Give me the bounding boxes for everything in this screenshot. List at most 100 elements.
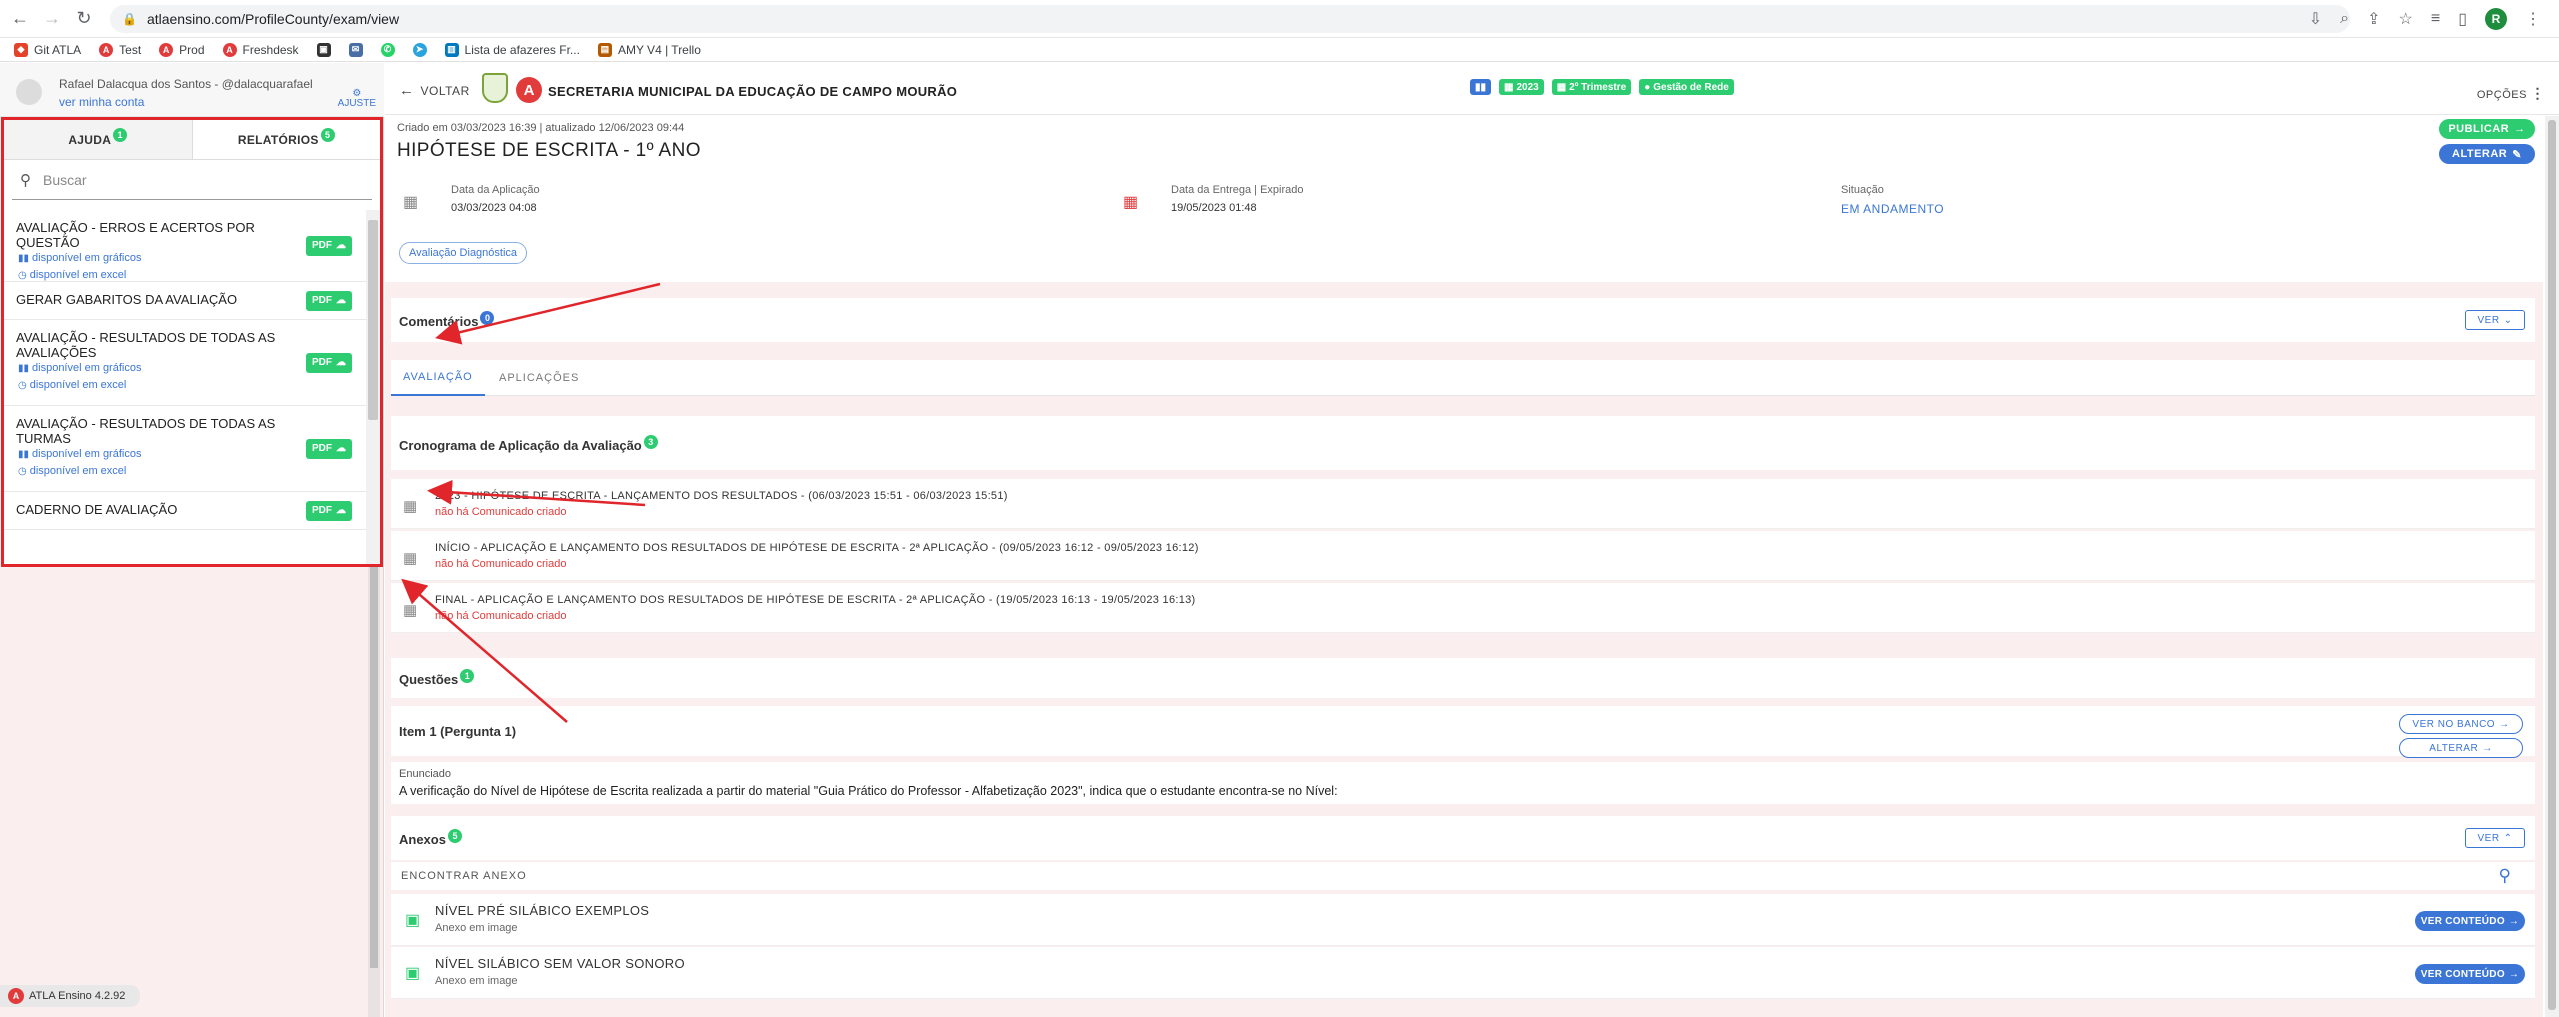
- tab-badge: 1: [113, 127, 128, 142]
- list-item[interactable]: CADERNO DE AVALIAÇÃO PDF ☁: [4, 492, 366, 530]
- list-item[interactable]: ▦ FINAL - APLICAÇÃO E LANÇAMENTO DOS RES…: [391, 583, 2535, 633]
- arrow-right-icon: →: [2508, 915, 2520, 927]
- view-content-button[interactable]: VER CONTEÚDO →: [2415, 911, 2525, 931]
- calendar-icon: ▦: [403, 498, 418, 515]
- term-chip[interactable]: ▦ 2º Trimestre: [1551, 79, 1632, 95]
- star-icon[interactable]: ☆: [2399, 9, 2413, 29]
- panel-scroll-thumb[interactable]: [368, 220, 378, 420]
- bar-chart-icon: ▮▮: [18, 363, 30, 374]
- statement-label: Enunciado: [399, 768, 451, 780]
- mail-icon: ✉: [348, 42, 363, 57]
- install-icon[interactable]: ⇩: [2309, 9, 2322, 29]
- tab-aplicacoes[interactable]: APLICAÇÕES: [487, 360, 591, 396]
- schedule-section: Cronograma de Aplicação da Avaliação 3: [391, 416, 2535, 470]
- bookmark-freshdesk[interactable]: A Freshdesk: [222, 42, 299, 57]
- exam-type-tag: Avaliação Diagnóstica: [399, 242, 528, 264]
- calendar-icon: ▦: [403, 602, 418, 619]
- report-chart-link[interactable]: ▮▮ disponível em gráficos: [16, 250, 286, 267]
- report-excel-link[interactable]: ◷ disponível em excel: [16, 463, 286, 480]
- chart-chip[interactable]: ▮▮: [1470, 79, 1492, 95]
- comments-view-button[interactable]: VER ⌄: [2465, 310, 2525, 330]
- main-scrollbar[interactable]: [2545, 116, 2559, 1017]
- pdf-button[interactable]: PDF ☁: [306, 500, 352, 521]
- view-in-bank-button[interactable]: VER NO BANCO →: [2399, 714, 2523, 734]
- year-chip[interactable]: ▦ 2023: [1499, 79, 1544, 95]
- list-item[interactable]: GERAR GABARITOS DA AVALIAÇÃO PDF ☁: [4, 282, 366, 320]
- edit-icon: ✎: [2512, 148, 2522, 161]
- back-button[interactable]: ← VOLTAR: [399, 82, 470, 99]
- bookmark-git-atla[interactable]: ◆ Git ATLA: [14, 42, 81, 57]
- bookmark-prod[interactable]: A Prod: [159, 42, 205, 57]
- tab-ajuda[interactable]: AJUDA 1: [4, 120, 193, 159]
- cloud-download-icon: ☁: [336, 505, 346, 516]
- bookmark-trello-list[interactable]: ▥ Lista de afazeres Fr...: [444, 42, 580, 57]
- panel-scrollbar[interactable]: [366, 210, 380, 564]
- search-icon[interactable]: ⚲: [2499, 866, 2511, 886]
- address-bar[interactable]: 🔒 atlaensino.com/ProfileCounty/exam/view: [110, 5, 2350, 33]
- edit-button[interactable]: ALTERAR ✎: [2439, 144, 2535, 164]
- account-link[interactable]: ver minha conta: [59, 95, 144, 109]
- report-excel-link[interactable]: ◷ disponível em excel: [16, 377, 286, 394]
- pdf-button[interactable]: PDF ☁: [306, 438, 352, 459]
- view-content-button[interactable]: VER CONTEÚDO →: [2415, 964, 2525, 984]
- options-menu[interactable]: OPÇÕES ⋮: [2477, 85, 2545, 102]
- atla-icon: A: [222, 42, 237, 57]
- find-annex-label: ENCONTRAR ANEXO: [401, 870, 527, 882]
- telegram-icon: ➤: [412, 42, 427, 57]
- atla-logo-icon: A: [8, 988, 24, 1004]
- bookmark-test[interactable]: A Test: [99, 42, 141, 57]
- list-item[interactable]: AVALIAÇÃO - RESULTADOS DE TODAS AS AVALI…: [4, 320, 366, 406]
- network-chip[interactable]: ● Gestão de Rede: [1639, 79, 1734, 95]
- profile-avatar[interactable]: R: [2485, 8, 2507, 30]
- header-chips: ▮▮ ▦ 2023 ▦ 2º Trimestre ● Gestão de Rede: [1470, 79, 1734, 95]
- report-chart-link[interactable]: ▮▮ disponível em gráficos: [16, 446, 286, 463]
- annexes-view-button[interactable]: VER ⌃: [2465, 828, 2525, 848]
- bookmarks-bar: ◆ Git ATLA A Test A Prod A Freshdesk ▣ ✉ ✆ ➤…: [0, 38, 2559, 62]
- bar-chart-icon: ▮▮: [18, 253, 30, 264]
- created-info: Criado em 03/03/2023 16:39 | atualizado …: [397, 122, 685, 134]
- sidepanel-icon[interactable]: ▯: [2458, 9, 2467, 29]
- atla-logo-icon: A: [516, 77, 542, 103]
- list-item[interactable]: ▦ INÍCIO - APLICAÇÃO E LANÇAMENTO DOS RE…: [391, 531, 2535, 581]
- list-item[interactable]: AVALIAÇÃO - ERROS E ACERTOS POR QUESTÃO …: [4, 210, 366, 282]
- bookmark-amy-trello[interactable]: ▤ AMY V4 | Trello: [597, 42, 701, 57]
- arrow-left-icon: ←: [399, 82, 415, 99]
- share-icon[interactable]: ⇪: [2367, 9, 2380, 29]
- back-arrow-icon[interactable]: ←: [8, 7, 32, 31]
- pdf-button[interactable]: PDF ☁: [306, 352, 352, 373]
- page-title: HIPÓTESE DE ESCRITA - 1º ANO: [397, 140, 701, 161]
- tab-relatorios[interactable]: RELATÓRIOS 5: [192, 120, 380, 159]
- exam-card: Criado em 03/03/2023 16:39 | atualizado …: [385, 116, 2543, 282]
- forward-arrow-icon[interactable]: →: [40, 7, 64, 31]
- tab-avaliacao[interactable]: AVALIAÇÃO: [391, 360, 485, 396]
- gitlab-icon: ◆: [14, 42, 28, 57]
- list-item[interactable]: ▦ 2023 - HIPÓTESE DE ESCRITA - LANÇAMENT…: [391, 479, 2535, 529]
- list-item[interactable]: AVALIAÇÃO - RESULTADOS DE TODAS AS TURMA…: [4, 406, 366, 492]
- main-scroll-thumb[interactable]: [2548, 120, 2556, 1010]
- menu-dots-icon[interactable]: ⋮: [2525, 9, 2541, 29]
- atla-icon: A: [99, 42, 114, 57]
- bookmark-whatsapp[interactable]: ✆: [380, 42, 395, 57]
- bookmark-app[interactable]: ▣: [316, 42, 331, 57]
- edit-question-button[interactable]: ALTERAR →: [2399, 738, 2523, 758]
- pdf-button[interactable]: PDF ☁: [306, 235, 352, 256]
- status-badge: EM ANDAMENTO: [1841, 202, 1945, 216]
- bookmark-telegram[interactable]: ➤: [412, 42, 427, 57]
- questions-title: Questões 1: [399, 669, 475, 688]
- avatar[interactable]: [16, 79, 42, 105]
- browser-actions: ⇩ ⌕ ⇪ ☆ ≡ ▯ R ⋮: [2309, 8, 2541, 30]
- search-input[interactable]: [43, 171, 343, 188]
- list-item[interactable]: ▣ NÍVEL PRÉ SILÁBICO EXEMPLOS Anexo em i…: [391, 894, 2535, 946]
- zoom-icon[interactable]: ⌕: [2340, 10, 2349, 28]
- pdf-button[interactable]: PDF ☁: [306, 290, 352, 311]
- publish-button[interactable]: PUBLICAR →: [2439, 119, 2535, 139]
- arrow-right-icon: →: [2482, 742, 2493, 754]
- report-chart-link[interactable]: ▮▮ disponível em gráficos: [16, 360, 286, 377]
- bookmark-mail[interactable]: ✉: [348, 42, 363, 57]
- adjust-button[interactable]: ⚙ AJUSTE: [338, 89, 376, 109]
- list-item[interactable]: ▣ NÍVEL SILÁBICO SEM VALOR SONORO Anexo …: [391, 947, 2535, 999]
- reading-list-icon[interactable]: ≡: [2431, 10, 2440, 28]
- search-row: ⚲: [12, 160, 372, 200]
- reload-icon[interactable]: ↻: [72, 7, 96, 31]
- url-text: atlaensino.com/ProfileCounty/exam/view: [146, 11, 400, 27]
